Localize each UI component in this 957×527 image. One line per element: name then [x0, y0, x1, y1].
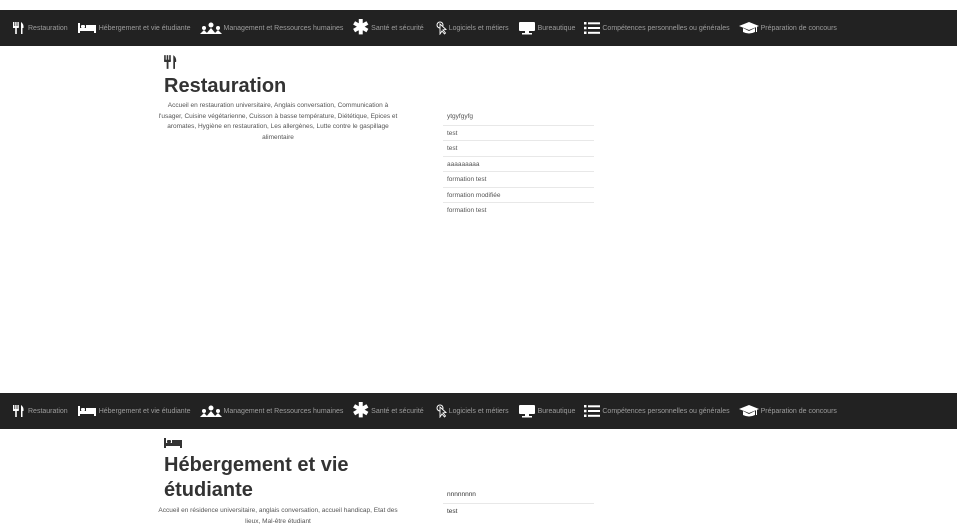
nav-item-logiciels[interactable]: Logiciels et métiers [433, 404, 509, 418]
nav-item-bureautique[interactable]: Bureautique [518, 21, 576, 35]
category-title: Restauration [164, 75, 287, 97]
list-icon [584, 404, 601, 418]
category-description: Accueil en résidence universitaire, angl… [158, 507, 398, 525]
nav-label: Compétences personnelles ou générales [602, 24, 730, 32]
fork-knife-icon [12, 21, 26, 35]
nav-item-restauration[interactable]: Restauration [12, 404, 68, 418]
formation-item[interactable]: nnnnnnnn [443, 487, 594, 503]
main-navbar: Restauration Hébergement et vie étudiant… [0, 393, 957, 429]
nav-item-logiciels[interactable]: Logiciels et métiers [433, 21, 509, 35]
fork-knife-icon [163, 54, 179, 75]
nav-item-sante[interactable]: ✱ Santé et sécurité [352, 17, 424, 39]
nav-label: Logiciels et métiers [448, 24, 509, 32]
nav-label: Santé et sécurité [371, 407, 424, 415]
fork-knife-icon [12, 404, 26, 418]
nav-label: Hébergement et vie étudiante [98, 407, 191, 415]
cursor-icon [433, 404, 447, 418]
nav-item-competences[interactable]: Compétences personnelles ou générales [584, 21, 730, 35]
asterisk-icon: ✱ [352, 400, 370, 422]
monitor-icon [518, 21, 536, 35]
formation-item[interactable]: formation test [443, 202, 594, 218]
category-description: Accueil en restauration universitaire, A… [158, 102, 398, 141]
nav-item-hebergement[interactable]: Hébergement et vie étudiante [77, 404, 191, 418]
bed-icon [77, 404, 97, 418]
nav-label: Hébergement et vie étudiante [98, 24, 191, 32]
nav-item-bureautique[interactable]: Bureautique [518, 404, 576, 418]
nav-label: Préparation de concours [760, 24, 837, 32]
formation-list: ytgyfgyfg test test aaaaaaaaa formation … [443, 109, 594, 218]
nav-item-sante[interactable]: ✱ Santé et sécurité [352, 400, 424, 422]
nav-label: Management et Ressources humaines [223, 407, 344, 415]
formation-item[interactable]: aaaaaaaaa [443, 155, 594, 172]
nav-item-hebergement[interactable]: Hébergement et vie étudiante [77, 21, 191, 35]
graduation-cap-icon [738, 21, 759, 35]
nav-item-competences[interactable]: Compétences personnelles ou générales [584, 404, 730, 418]
formation-item[interactable]: formation test [443, 171, 594, 187]
category-title: Hébergement et vie étudiante [164, 454, 349, 501]
nav-label: Management et Ressources humaines [223, 24, 344, 32]
nav-label: Bureautique [537, 24, 576, 32]
nav-item-management[interactable]: Management et Ressources humaines [199, 21, 344, 35]
formation-list: nnnnnnnn test [443, 487, 594, 518]
cursor-icon [433, 21, 447, 35]
nav-item-restauration[interactable]: Restauration [12, 21, 68, 35]
formation-item[interactable]: formation modifiée [443, 186, 594, 203]
formation-item[interactable]: test [443, 124, 594, 141]
bed-icon [77, 21, 97, 35]
formation-item[interactable]: ytgyfgyfg [443, 109, 594, 125]
nav-label: Restauration [28, 407, 68, 415]
nav-item-concours[interactable]: Préparation de concours [738, 21, 837, 35]
graduation-cap-icon [738, 404, 759, 418]
nav-label: Logiciels et métiers [448, 407, 509, 415]
main-navbar: Restauration Hébergement et vie étudiant… [0, 10, 957, 46]
monitor-icon [518, 404, 536, 418]
nav-label: Préparation de concours [760, 407, 837, 415]
nav-label: Compétences personnelles ou générales [602, 407, 730, 415]
asterisk-icon: ✱ [352, 17, 370, 39]
list-icon [584, 21, 601, 35]
nav-label: Restauration [28, 24, 68, 32]
formation-item[interactable]: test [443, 502, 594, 519]
nav-label: Bureautique [537, 407, 576, 415]
nav-item-concours[interactable]: Préparation de concours [738, 404, 837, 418]
nav-item-management[interactable]: Management et Ressources humaines [199, 404, 344, 418]
nav-label: Santé et sécurité [371, 24, 424, 32]
management-icon [199, 21, 222, 35]
management-icon [199, 404, 222, 418]
formation-item[interactable]: test [443, 140, 594, 156]
